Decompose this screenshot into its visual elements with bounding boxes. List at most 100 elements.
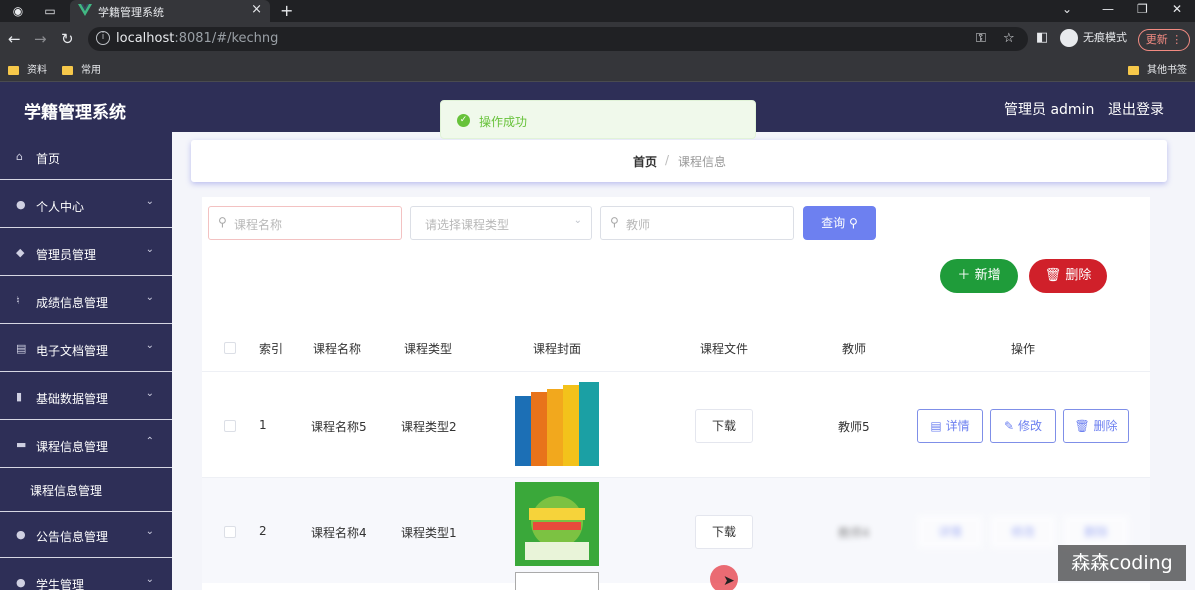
add-button[interactable]: ＋ 新增 [940,259,1018,293]
admin-label: 管理员 admin [1004,102,1095,118]
row-course-type: 课程类型1 [401,526,457,540]
bookmark-folder[interactable]: 常用 [62,61,101,76]
restore-icon[interactable]: ❐ [1137,2,1148,16]
user-icon: ● [16,528,26,541]
globe-icon[interactable]: ◉ [10,3,26,19]
row-index: 1 [259,418,267,432]
document-icon: ▤ [16,342,27,355]
search-icon: ⚲ [218,215,227,229]
sidebar-item-grade-management[interactable]: ♮ 成绩信息管理 ⌄ [0,278,172,324]
browser-tab-bar: ◉ ▭ 学籍管理系统 × + ⌄ — ❐ ✕ [0,0,1195,22]
other-bookmarks[interactable]: 其他书签 [1128,61,1187,76]
chevron-down-icon[interactable]: ⌄ [1062,2,1072,16]
chevron-up-icon: ⌃ [145,436,154,447]
breadcrumb-current: 课程信息 [678,155,727,169]
column-header-course-file: 课程文件 [700,342,749,356]
row-course-name: 课程名称4 [311,526,367,540]
browser-tab[interactable]: 学籍管理系统 × [70,0,270,22]
delete-button[interactable]: 🗑︎ 删除 [1063,409,1129,443]
chevron-down-icon: ⌄ [145,196,154,207]
trash-icon: 🗑︎ [1044,268,1062,283]
sidebar-item-personal-center[interactable]: ● 个人中心 ⌄ [0,182,172,228]
teacher-search-input[interactable]: ⚲ 教师 [600,206,794,240]
batch-delete-button[interactable]: 🗑︎ 删除 [1029,259,1107,293]
breadcrumb-home[interactable]: 首页 [633,153,657,170]
watermark: 森森coding [1058,545,1186,581]
sidebar-item-home[interactable]: ⌂ 首页 [0,134,172,180]
row-course-name: 课程名称5 [311,420,367,434]
edit-icon: ✎ [1004,419,1015,433]
chart-icon: ▮ [16,390,23,403]
sidebar-item-notice-management[interactable]: ● 公告信息管理 ⌄ [0,512,172,558]
row-index: 2 [259,524,267,538]
course-name-search-input[interactable]: ⚲ 课程名称 [208,206,402,240]
update-button[interactable]: 更新 ⋮ [1138,29,1190,51]
select-all-checkbox[interactable] [224,342,236,354]
reload-icon[interactable]: ↻ [61,30,74,48]
download-button[interactable]: 下载 [695,515,753,549]
breadcrumb-separator: / [665,153,670,167]
search-icon: ⚲ [849,216,858,230]
app-title: 学籍管理系统 [24,103,126,123]
course-cover-image[interactable] [515,382,599,466]
mouse-cursor-icon: ➤ [723,573,735,589]
query-button[interactable]: 查询 ⚲ [803,206,876,240]
new-tab-icon[interactable]: + [280,1,293,20]
detail-button[interactable]: 详情 [917,515,983,549]
sidebar-item-admin-management[interactable]: ◆ 管理员管理 ⌄ [0,230,172,276]
success-toast: ✓ 操作成功 [440,100,756,139]
address-bar: ← → ↻ i localhost:8081/#/kechng ⚿ ☆ ◧ 无痕… [0,22,1195,56]
submenu-course-info[interactable]: 课程信息管理 [0,468,172,512]
sidebar-item-basic-data[interactable]: ▮ 基础数据管理 ⌄ [0,374,172,420]
search-icon: ⚲ [610,215,619,229]
delete-button[interactable]: 删除 [1063,515,1129,549]
chevron-down-icon: ⌄ [145,244,154,255]
bookmarks-bar: 资料 常用 其他书签 [0,56,1195,82]
sidebar-toggle-icon[interactable]: ◧ [1036,30,1048,45]
download-button[interactable]: 下载 [695,409,753,443]
course-cover-image[interactable] [515,482,599,566]
row-checkbox[interactable] [224,420,236,432]
star-icon[interactable]: ☆ [1003,31,1015,46]
url-field[interactable]: i localhost:8081/#/kechng ⚿ ☆ [88,27,1028,51]
minimize-icon[interactable]: — [1102,2,1114,16]
bookmark-folder[interactable]: 资料 [8,61,47,76]
sidebar-item-document-management[interactable]: ▤ 电子文档管理 ⌄ [0,326,172,372]
main-content: 首页 / 课程信息 ⚲ 课程名称 请选择课程类型 ⌄ ⚲ 教师 查询 ⚲ ＋ 新… [172,132,1195,590]
chevron-down-icon: ⌄ [145,574,154,585]
info-icon[interactable]: i [96,31,110,45]
plus-icon: ＋ [957,268,971,283]
mic-icon: ♮ [16,294,20,307]
column-header-index: 索引 [259,342,284,356]
detail-button[interactable]: ▤ 详情 [917,409,983,443]
toast-message: 操作成功 [479,115,528,129]
tab-title: 学籍管理系统 [98,6,164,19]
folder-icon [62,65,73,75]
edit-button[interactable]: 修改 [990,515,1056,549]
incognito-icon [1060,29,1078,47]
incognito-profile[interactable]: 无痕模式 [1060,29,1127,47]
folder-icon [8,65,19,75]
key-icon[interactable]: ⚿ [976,31,986,46]
sidebar-item-student-management[interactable]: ● 学生管理 ⌄ [0,560,172,590]
course-type-select[interactable]: 请选择课程类型 ⌄ [410,206,592,240]
chevron-down-icon: ⌄ [145,526,154,537]
course-cover-image[interactable] [515,572,599,590]
pin-icon: ◆ [16,246,25,259]
column-header-course-type: 课程类型 [404,342,453,356]
logout-link[interactable]: 退出登录 [1108,99,1164,119]
back-icon[interactable]: ← [8,30,21,48]
chevron-down-icon: ⌄ [145,292,154,303]
url-text: localhost:8081/#/kechng [116,31,279,46]
forward-icon[interactable]: → [34,30,47,48]
row-teacher: 教师4 [838,526,870,540]
window-icon[interactable]: ▭ [42,3,58,19]
edit-button[interactable]: ✎ 修改 [990,409,1056,443]
window-close-icon[interactable]: ✕ [1172,2,1182,16]
breadcrumb: 首页 / 课程信息 [191,140,1167,182]
column-header-course-name: 课程名称 [313,342,362,356]
row-checkbox[interactable] [224,526,236,538]
close-icon[interactable]: × [251,2,262,17]
column-header-teacher: 教师 [842,342,867,356]
sidebar-item-course-info[interactable]: ▬ 课程信息管理 ⌃ [0,422,172,468]
